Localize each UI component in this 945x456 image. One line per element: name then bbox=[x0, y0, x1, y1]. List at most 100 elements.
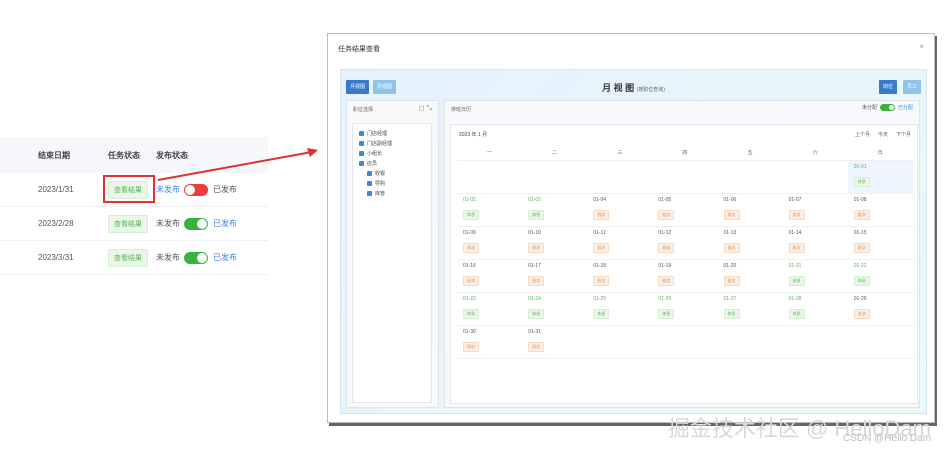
calendar-day[interactable]: 01-21 休息 bbox=[783, 260, 848, 292]
publish-toggle[interactable] bbox=[184, 217, 208, 230]
calendar-day[interactable]: 01-23 休息 bbox=[457, 293, 522, 325]
calendar-day[interactable]: 01-26 休息 bbox=[652, 293, 717, 325]
checkbox[interactable] bbox=[359, 130, 364, 136]
close-icon[interactable]: × bbox=[919, 42, 924, 51]
calendar-day[interactable]: 01-29 班次 bbox=[848, 293, 913, 325]
tree-item[interactable]: 店员 bbox=[353, 158, 431, 168]
assign-switch[interactable] bbox=[879, 104, 895, 111]
calendar-day[interactable]: 01-02 休息 bbox=[457, 194, 522, 226]
calendar-day[interactable]: 01-04 班次 bbox=[587, 194, 652, 226]
publish-toggle[interactable] bbox=[184, 183, 208, 196]
calendar-day[interactable]: 01-25 休息 bbox=[587, 293, 652, 325]
tree-item-label: 门店经理 bbox=[367, 130, 388, 137]
tree-item[interactable]: 收银 bbox=[353, 168, 431, 178]
day-date: 01-15 bbox=[853, 230, 867, 236]
calendar-day[interactable]: 01-20 班次 bbox=[718, 260, 783, 292]
today-button[interactable]: 今天 bbox=[878, 131, 888, 138]
employee-button[interactable]: 员工 bbox=[902, 80, 921, 94]
day-date: 01-14 bbox=[788, 230, 802, 236]
shift-tag: 休息 bbox=[463, 210, 479, 220]
tree-item[interactable]: 库管 bbox=[353, 188, 431, 198]
day-date: 01-19 bbox=[658, 263, 672, 269]
next-month-button[interactable]: 下个月 bbox=[896, 131, 911, 138]
csdn-watermark: CSDN @Hello Dam bbox=[843, 433, 931, 444]
shift-tag: 休息 bbox=[658, 309, 675, 319]
day-date: 01-25 bbox=[593, 296, 607, 302]
unpublished-label: 未发布 bbox=[156, 185, 180, 194]
calendar-day[interactable]: 01-05 班次 bbox=[652, 194, 717, 226]
shift-tag: 休息 bbox=[528, 210, 545, 220]
view-result-button[interactable]: 查看结果 bbox=[108, 248, 148, 267]
checkbox[interactable] bbox=[367, 170, 372, 176]
shift-tag: 班次 bbox=[853, 210, 870, 220]
tree-item[interactable]: 门店经理 bbox=[353, 128, 431, 138]
calendar-day[interactable]: 01-24 休息 bbox=[522, 293, 587, 325]
tree-item-label: 导购 bbox=[375, 180, 386, 187]
calendar-day[interactable]: 01-22 休息 bbox=[848, 260, 913, 292]
calendar-day bbox=[457, 161, 522, 193]
calendar-day[interactable]: 01-13 班次 bbox=[718, 227, 783, 259]
shift-tag: 班次 bbox=[723, 210, 740, 220]
publish-status-cell: 未发布 已发布 bbox=[156, 217, 268, 230]
tree-item-label: 库管 bbox=[375, 190, 386, 197]
calendar: 2023 年 1 月 上个月 今天 下个月 一二三四五六日 01-01 休息 01-… bbox=[450, 124, 918, 404]
calendar-day[interactable]: 01-27 休息 bbox=[718, 293, 783, 325]
calendar-day[interactable]: 01-17 班次 bbox=[522, 260, 587, 292]
calendar-day[interactable]: 01-11 班次 bbox=[587, 227, 652, 259]
day-date: 01-29 bbox=[853, 296, 867, 302]
checkbox[interactable] bbox=[359, 150, 364, 156]
shift-tag: 休息 bbox=[788, 309, 805, 319]
calendar-day[interactable]: 01-03 休息 bbox=[522, 194, 587, 226]
shift-tag: 班次 bbox=[463, 276, 479, 286]
weekday-label: 五 bbox=[747, 150, 753, 156]
shift-tag: 班次 bbox=[788, 210, 805, 220]
calendar-day[interactable]: 01-06 班次 bbox=[718, 194, 783, 226]
calendar-day[interactable]: 01-28 休息 bbox=[783, 293, 848, 325]
publish-toggle[interactable] bbox=[184, 251, 208, 264]
calendar-day[interactable]: 01-14 班次 bbox=[783, 227, 848, 259]
prev-month-button[interactable]: 上个月 bbox=[855, 131, 870, 138]
calendar-day[interactable]: 01-01 休息 bbox=[847, 161, 913, 193]
schedule-panel: 排班日历 未分配 已分配 2023 年 1 月 上个月 今天 下个月 一 二 三 四 五… bbox=[444, 100, 920, 408]
view-result-button[interactable]: 查看结果 bbox=[108, 214, 148, 233]
expand-icon[interactable]: ◻ ⤡ bbox=[419, 104, 432, 113]
calendar-week: 01-16 班次 01-17 班次 01-18 班次 01-19 班次 01-20 班次 01-21… bbox=[457, 260, 913, 293]
calendar-day[interactable]: 01-07 班次 bbox=[783, 194, 848, 226]
calendar-toolbar: 月视图 周视图 月 视 图 (按职位查询) 岗位 员工 bbox=[346, 75, 921, 98]
calendar-day[interactable]: 01-19 班次 bbox=[652, 260, 717, 292]
shift-tag: 休息 bbox=[593, 309, 610, 319]
assigned-label: 已分配 bbox=[897, 105, 913, 111]
checkbox[interactable] bbox=[359, 140, 364, 146]
calendar-day[interactable]: 01-31 班次 bbox=[522, 326, 587, 358]
calendar-day[interactable]: 01-12 班次 bbox=[652, 227, 717, 259]
calendar-day[interactable]: 01-15 班次 bbox=[848, 227, 913, 259]
weekday-label: 二 bbox=[552, 150, 558, 156]
calendar-day[interactable]: 01-16 班次 bbox=[457, 260, 522, 292]
tree-item[interactable]: 导购 bbox=[353, 178, 431, 188]
publish-status-cell: 未发布 已发布 bbox=[156, 251, 268, 264]
task-status-cell: 查看结果 bbox=[108, 214, 156, 233]
tree-item[interactable]: 门店副经理 bbox=[353, 138, 431, 148]
checkbox[interactable] bbox=[367, 180, 372, 186]
day-date: 01-10 bbox=[528, 230, 541, 236]
calendar-day[interactable]: 01-30 班次 bbox=[457, 326, 522, 358]
shift-tag: 班次 bbox=[658, 243, 675, 253]
shift-tag: 班次 bbox=[853, 243, 870, 253]
calendar-week: 01-09 班次 01-10 班次 01-11 班次 01-12 班次 01-13 班次 01-14… bbox=[457, 227, 913, 260]
calendar-day[interactable]: 01-18 班次 bbox=[587, 260, 652, 292]
calendar-day[interactable]: 01-10 班次 bbox=[522, 227, 587, 259]
assign-toggle[interactable]: 未分配 已分配 bbox=[862, 104, 913, 111]
tree-item-label: 收银 bbox=[375, 170, 386, 177]
shift-tag: 班次 bbox=[723, 243, 740, 253]
checkbox[interactable] bbox=[367, 190, 372, 196]
tree-item[interactable]: 小组长 bbox=[353, 148, 431, 158]
calendar-day bbox=[652, 161, 717, 193]
calendar-week: 01-23 休息 01-24 休息 01-25 休息 01-26 休息 01-27 休息 01-28… bbox=[457, 293, 913, 326]
position-button[interactable]: 岗位 bbox=[878, 80, 897, 94]
calendar-day[interactable]: 01-09 班次 bbox=[457, 227, 522, 259]
calendar-day bbox=[848, 326, 913, 358]
tree-item-label: 店员 bbox=[367, 160, 378, 167]
calendar-day[interactable]: 01-08 班次 bbox=[848, 194, 913, 226]
view-subtitle: (按职位查询) bbox=[636, 87, 665, 93]
checkbox[interactable] bbox=[359, 160, 364, 166]
